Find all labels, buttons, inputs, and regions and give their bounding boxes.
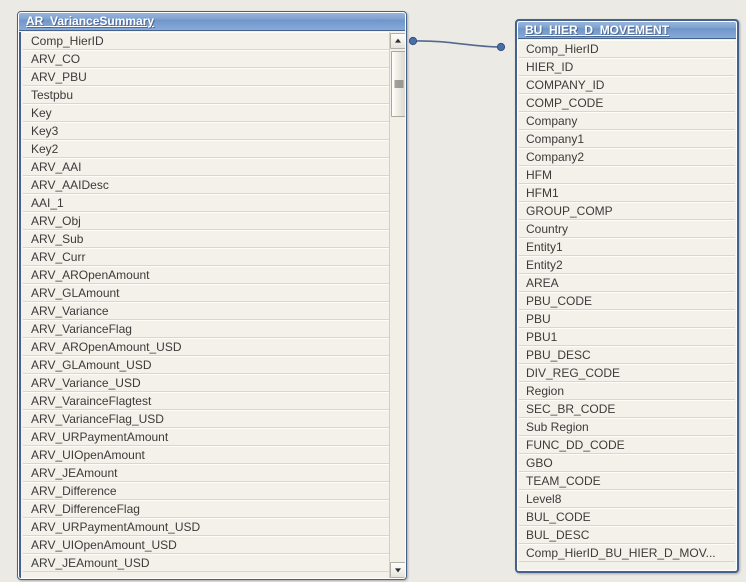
scroll-up-arrow-icon bbox=[395, 38, 401, 43]
field-row[interactable]: Sub Region bbox=[519, 418, 735, 436]
field-row[interactable]: ARV_AAI bbox=[23, 158, 389, 176]
field-row[interactable]: Company bbox=[519, 112, 735, 130]
field-rows-viewport: Comp_HierID HIER_ID COMPANY_ID COMP_CODE Com… bbox=[519, 40, 735, 571]
field-row[interactable]: Testpbu bbox=[23, 86, 389, 104]
field-row[interactable]: ARV_Obj bbox=[23, 212, 389, 230]
field-row[interactable]: ARV_URPaymentAmount bbox=[23, 428, 389, 446]
field-row[interactable]: Country bbox=[519, 220, 735, 238]
field-row[interactable]: ARV_VarianceFlag bbox=[23, 320, 389, 338]
field-row[interactable]: ARV_URPaymentAmount_USD bbox=[23, 518, 389, 536]
field-row[interactable]: ARV_AAIDesc bbox=[23, 176, 389, 194]
field-row[interactable]: Key bbox=[23, 104, 389, 122]
field-row[interactable]: Level8 bbox=[519, 490, 735, 508]
field-row[interactable]: ARV_UIOpenAmount bbox=[23, 446, 389, 464]
field-row[interactable]: GBO bbox=[519, 454, 735, 472]
field-row[interactable]: TEAM_CODE bbox=[519, 472, 735, 490]
field-row[interactable]: COMP_CODE bbox=[519, 94, 735, 112]
field-row[interactable]: Entity1 bbox=[519, 238, 735, 256]
field-row[interactable]: Comp_HierID bbox=[23, 32, 389, 50]
field-row[interactable]: ARV_GLAmount_USD bbox=[23, 356, 389, 374]
field-row[interactable]: SEC_BR_CODE bbox=[519, 400, 735, 418]
field-row[interactable]: Comp_HierID_BU_HIER_D_MOV... bbox=[519, 544, 735, 562]
scroll-down-button[interactable] bbox=[390, 562, 406, 578]
field-row[interactable]: ARV_Variance_USD bbox=[23, 374, 389, 392]
field-row[interactable]: ARV_Sub bbox=[23, 230, 389, 248]
field-row[interactable]: ARV_AROpenAmount_USD bbox=[23, 338, 389, 356]
field-row[interactable]: ARV_UIOpenAmount_USD bbox=[23, 536, 389, 554]
field-list-ar-variancesummary: Comp_HierID ARV_CO ARV_PBU Testpbu Key Key3 Ke… bbox=[18, 32, 406, 579]
table-title-ar-variancesummary[interactable]: AR_VarianceSummary bbox=[18, 12, 406, 31]
scroll-up-button[interactable] bbox=[390, 33, 406, 49]
field-row[interactable]: AREA bbox=[519, 274, 735, 292]
field-row[interactable]: Key2 bbox=[23, 140, 389, 158]
table-card-ar-variancesummary[interactable]: AR_VarianceSummary Comp_HierID ARV_CO ARV_… bbox=[17, 11, 407, 580]
join-endpoint-left bbox=[408, 36, 418, 46]
field-row[interactable]: BUL_DESC bbox=[519, 526, 735, 544]
field-row[interactable]: PBU1 bbox=[519, 328, 735, 346]
field-row[interactable]: Comp_HierID bbox=[519, 40, 735, 58]
field-row[interactable]: BUL_CODE bbox=[519, 508, 735, 526]
field-row[interactable]: PBU_CODE bbox=[519, 292, 735, 310]
table-card-bu-hier-d-movement[interactable]: BU_HIER_D_MOVEMENT Comp_HierID HIER_ID COM… bbox=[515, 19, 739, 573]
field-row[interactable]: COMPANY_ID bbox=[519, 76, 735, 94]
field-row[interactable]: Entity2 bbox=[519, 256, 735, 274]
field-row[interactable]: Key3 bbox=[23, 122, 389, 140]
field-row[interactable]: ARV_Curr bbox=[23, 248, 389, 266]
field-row[interactable]: HIER_ID bbox=[519, 58, 735, 76]
field-rows-viewport: Comp_HierID ARV_CO ARV_PBU Testpbu Key Key3 Ke… bbox=[23, 32, 389, 579]
field-row[interactable]: PBU bbox=[519, 310, 735, 328]
field-row[interactable]: ARV_Variance bbox=[23, 302, 389, 320]
join-line-path bbox=[412, 40, 502, 48]
field-row[interactable]: ARV_JEAmount bbox=[23, 464, 389, 482]
diagram-canvas[interactable]: AR_VarianceSummary Comp_HierID ARV_CO ARV_… bbox=[0, 0, 746, 582]
field-row[interactable]: ARV_CO bbox=[23, 50, 389, 68]
field-row[interactable]: ARV_GLAmount bbox=[23, 284, 389, 302]
scrollbar-grip-icon bbox=[394, 80, 403, 88]
field-row[interactable]: AAI_1 bbox=[23, 194, 389, 212]
field-row[interactable]: ARV_VarainceFlagtest bbox=[23, 392, 389, 410]
field-row[interactable]: ARV_PBU bbox=[23, 68, 389, 86]
field-row[interactable]: Company1 bbox=[519, 130, 735, 148]
field-row[interactable]: Company2 bbox=[519, 148, 735, 166]
field-row[interactable]: HFM1 bbox=[519, 184, 735, 202]
field-row[interactable]: GROUP_COMP bbox=[519, 202, 735, 220]
field-row[interactable]: ARV_DifferenceFlag bbox=[23, 500, 389, 518]
field-row[interactable]: FUNC_DD_CODE bbox=[519, 436, 735, 454]
field-list-bu-hier-d-movement: Comp_HierID HIER_ID COMPANY_ID COMP_CODE Com… bbox=[517, 40, 737, 571]
vertical-scrollbar[interactable] bbox=[389, 32, 406, 579]
table-title-bu-hier-d-movement[interactable]: BU_HIER_D_MOVEMENT bbox=[517, 21, 737, 39]
field-row[interactable]: DIV_REG_CODE bbox=[519, 364, 735, 382]
field-row[interactable]: Region bbox=[519, 382, 735, 400]
join-endpoint-right bbox=[496, 42, 506, 52]
scroll-down-arrow-icon bbox=[395, 568, 401, 573]
field-row[interactable]: ARV_AROpenAmount bbox=[23, 266, 389, 284]
field-row[interactable]: ARV_Difference bbox=[23, 482, 389, 500]
field-row[interactable]: PBU_DESC bbox=[519, 346, 735, 364]
field-row[interactable]: ARV_JEAmount_USD bbox=[23, 554, 389, 572]
scrollbar-thumb[interactable] bbox=[391, 51, 406, 117]
field-row[interactable]: ARV_VarianceFlag_USD bbox=[23, 410, 389, 428]
field-row[interactable]: HFM bbox=[519, 166, 735, 184]
